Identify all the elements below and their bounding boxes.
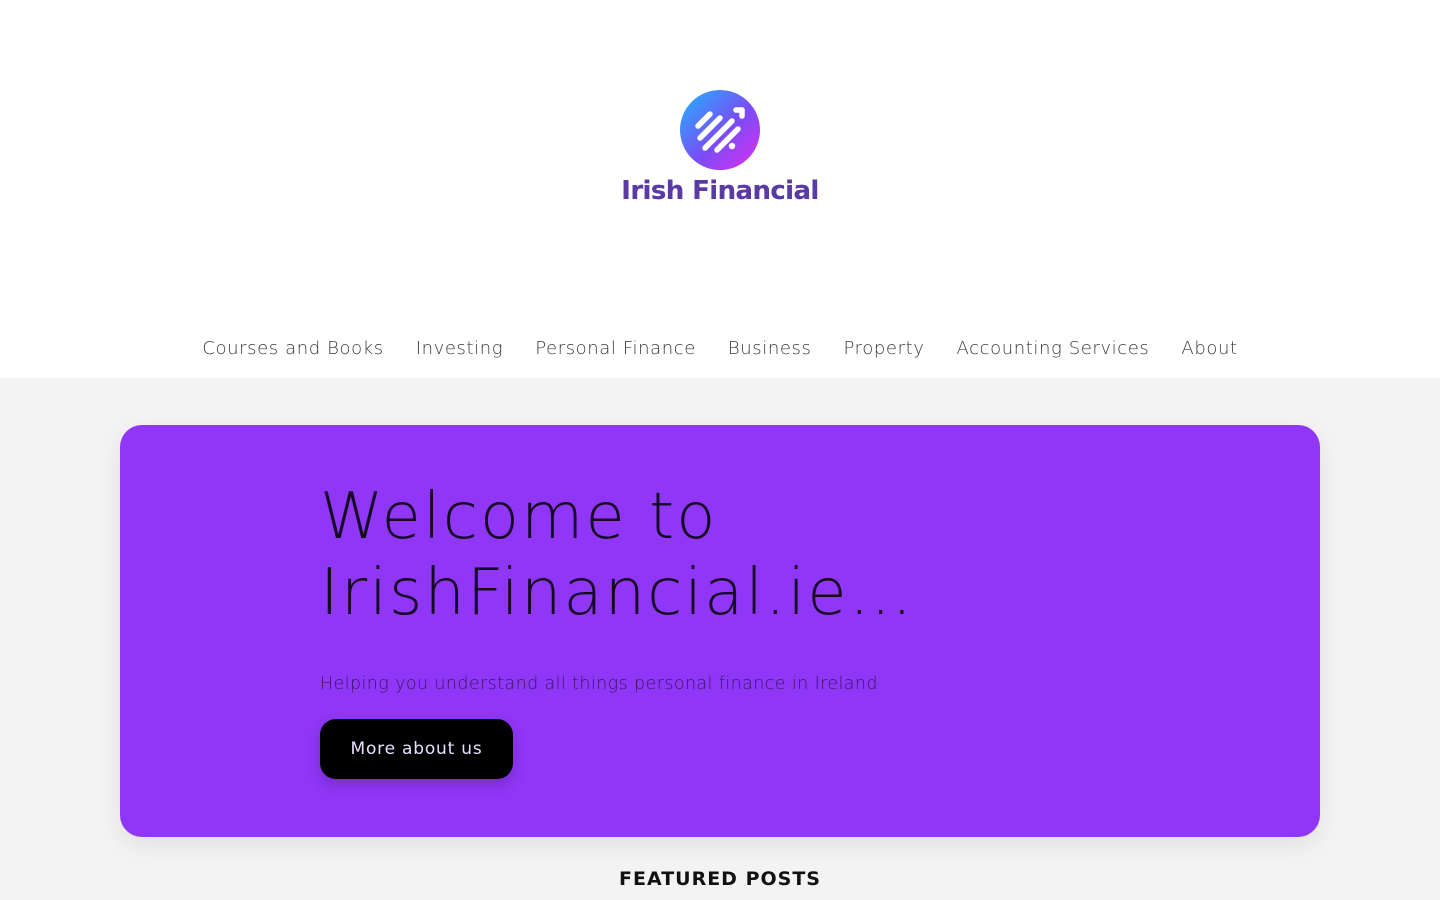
nav-item-business[interactable]: Business [728, 338, 812, 359]
hero-title-line-1: Welcome to [320, 480, 718, 554]
rising-chart-stripes-icon [680, 90, 760, 170]
nav-item-property[interactable]: Property [844, 338, 925, 359]
hero-title-line-2: IrishFinancial.ie… [320, 556, 915, 630]
nav-item-personal-finance[interactable]: Personal Finance [535, 338, 696, 359]
nav-item-courses-and-books[interactable]: Courses and Books [202, 338, 383, 359]
hero-title: Welcome to IrishFinancial.ie… [320, 479, 1080, 631]
featured-posts-heading: FEATURED POSTS [619, 868, 821, 890]
nav-item-about[interactable]: About [1181, 338, 1237, 359]
logo-link[interactable]: Irish Financial [612, 84, 828, 214]
site-header: Irish Financial Courses and Books Invest… [0, 0, 1440, 378]
more-about-us-button[interactable]: More about us [320, 719, 513, 779]
nav-item-accounting-services[interactable]: Accounting Services [957, 338, 1150, 359]
brand-wordmark: Irish Financial [612, 176, 828, 206]
nav-item-investing[interactable]: Investing [416, 338, 504, 359]
hero-banner: Welcome to IrishFinancial.ie… Helping yo… [120, 425, 1320, 837]
main-nav: Courses and Books Investing Personal Fin… [0, 330, 1440, 366]
hero-subtitle: Helping you understand all things person… [320, 674, 878, 694]
